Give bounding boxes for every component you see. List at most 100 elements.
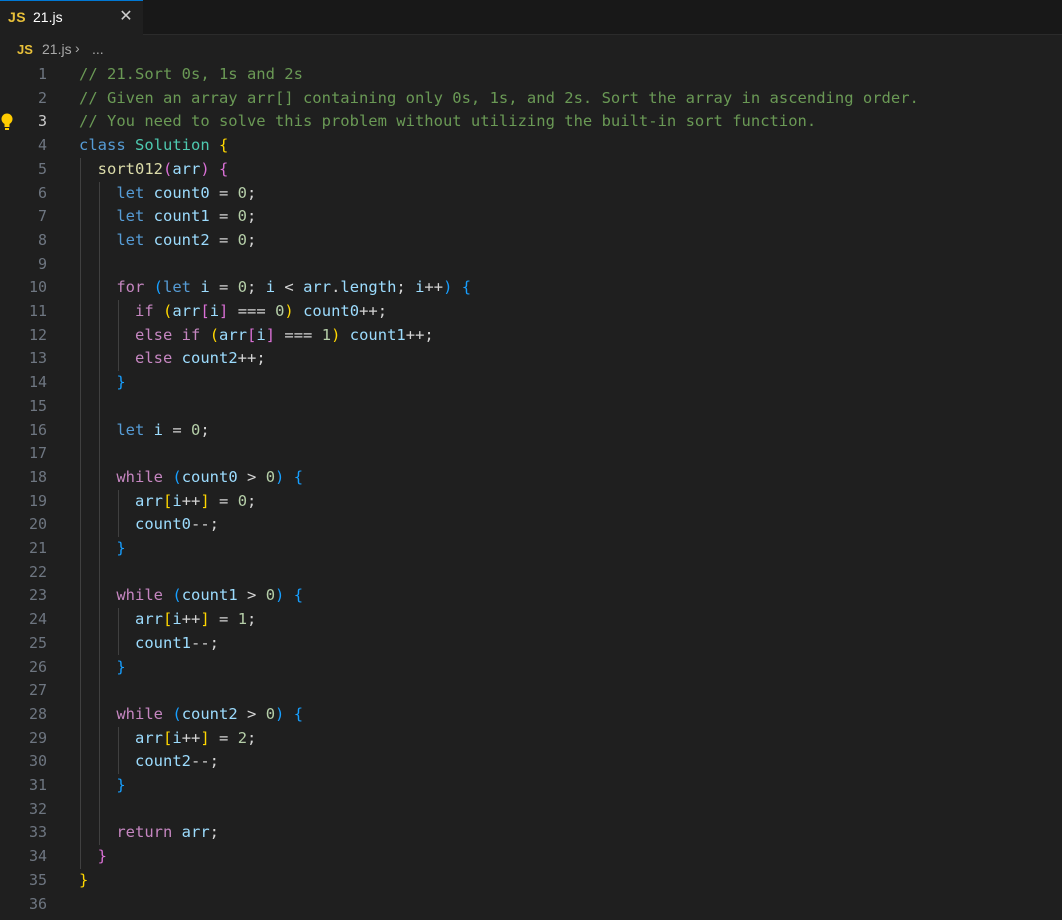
code-line: 15 bbox=[0, 395, 1062, 419]
line-number: 7 bbox=[37, 207, 47, 226]
code-token: { bbox=[293, 704, 304, 723]
line-number: 31 bbox=[28, 776, 47, 794]
code-editor[interactable]: 1 // 21.Sort 0s, 1s and 2s 2 // Given an ar… bbox=[0, 63, 1062, 920]
code-token: arr bbox=[172, 159, 201, 178]
indent-guide bbox=[80, 157, 81, 869]
code-line: 23 while (count1 > 0) { bbox=[0, 584, 1062, 608]
code-token: i bbox=[172, 610, 182, 629]
code-token: let bbox=[163, 278, 192, 297]
line-number: 10 bbox=[28, 278, 47, 297]
line-number: 24 bbox=[28, 610, 47, 629]
breadcrumb-symbols[interactable]: ... bbox=[92, 41, 104, 57]
code-token: // 21.Sort 0s, 1s and 2s bbox=[79, 65, 303, 83]
code-token: i bbox=[200, 278, 210, 297]
javascript-file-icon: JS bbox=[17, 42, 33, 57]
code-token: count1 bbox=[349, 325, 406, 344]
code-text: else count2++; bbox=[79, 347, 266, 371]
code-token: > bbox=[237, 704, 266, 723]
code-text: let count0 = 0; bbox=[79, 182, 256, 206]
code-token: count2 bbox=[181, 349, 238, 368]
code-token: ; bbox=[247, 230, 257, 249]
lightbulb-icon[interactable] bbox=[0, 112, 14, 132]
code-text: } bbox=[79, 656, 125, 680]
code-token: = bbox=[209, 207, 238, 226]
code-token: = bbox=[209, 610, 238, 629]
code-token: ) bbox=[275, 467, 285, 486]
code-token: 0 bbox=[237, 230, 248, 249]
code-text: while (count1 > 0) { bbox=[79, 584, 303, 608]
code-token: ; bbox=[200, 420, 210, 439]
code-token: // Given an array arr[] containing only … bbox=[79, 88, 919, 107]
code-text: else if (arr[i] === 1) count1++; bbox=[79, 324, 434, 348]
code-token: { bbox=[293, 467, 304, 486]
code-token: ] bbox=[200, 491, 210, 510]
code-token: ; bbox=[247, 183, 257, 202]
breadcrumb-file[interactable]: 21.js bbox=[42, 41, 72, 57]
code-token: [ bbox=[163, 491, 173, 510]
code-token: ) bbox=[284, 302, 294, 320]
code-token: 0 bbox=[191, 420, 201, 439]
code-line: 27 bbox=[0, 679, 1062, 703]
line-number: 30 bbox=[28, 752, 47, 771]
line-number: 5 bbox=[37, 159, 47, 178]
code-token: { bbox=[293, 586, 304, 605]
code-token: count2 bbox=[153, 230, 210, 249]
code-token: sort012 bbox=[97, 159, 163, 178]
code-token: arr bbox=[135, 610, 163, 629]
line-number: 36 bbox=[28, 894, 47, 913]
code-token: count0 bbox=[135, 515, 191, 534]
code-line: 12 else if (arr[i] === 1) count1++; bbox=[0, 324, 1062, 348]
line-number: 32 bbox=[28, 799, 47, 818]
code-token: 2 bbox=[237, 728, 248, 747]
code-text: while (count0 > 0) { bbox=[79, 466, 303, 490]
code-text: while (count2 > 0) { bbox=[79, 703, 303, 727]
code-token: ) bbox=[275, 704, 285, 723]
code-token: = bbox=[209, 728, 238, 747]
code-line: 25 count1--; bbox=[0, 632, 1062, 656]
code-text: for (let i = 0; i < arr.length; i++) { bbox=[79, 276, 471, 300]
code-line: 1 // 21.Sort 0s, 1s and 2s bbox=[0, 63, 1062, 87]
tab-21-js[interactable]: JS 21.js ✕ bbox=[0, 0, 143, 35]
line-number: 18 bbox=[28, 467, 47, 486]
code-line: 33 return arr; bbox=[0, 821, 1062, 845]
line-number: 14 bbox=[28, 373, 47, 392]
code-token: < bbox=[275, 278, 304, 297]
tab-bar: JS 21.js ✕ bbox=[0, 0, 1062, 35]
code-line: 8 let count2 = 0; bbox=[0, 229, 1062, 253]
code-token: ++; bbox=[237, 349, 266, 368]
code-token: === bbox=[275, 325, 322, 344]
code-token: [ bbox=[163, 610, 173, 629]
code-token: { bbox=[461, 278, 472, 297]
code-line: 20 count0--; bbox=[0, 513, 1062, 537]
code-token: class bbox=[79, 136, 126, 155]
code-token: [ bbox=[200, 302, 210, 320]
line-number: 19 bbox=[28, 491, 47, 510]
code-line: 34 } bbox=[0, 845, 1062, 869]
line-number: 27 bbox=[28, 681, 47, 700]
close-icon[interactable]: ✕ bbox=[116, 7, 136, 27]
code-token: ( bbox=[172, 586, 182, 605]
line-number: 20 bbox=[28, 515, 47, 534]
code-line: 7 let count1 = 0; bbox=[0, 205, 1062, 229]
code-token: { bbox=[219, 159, 229, 178]
